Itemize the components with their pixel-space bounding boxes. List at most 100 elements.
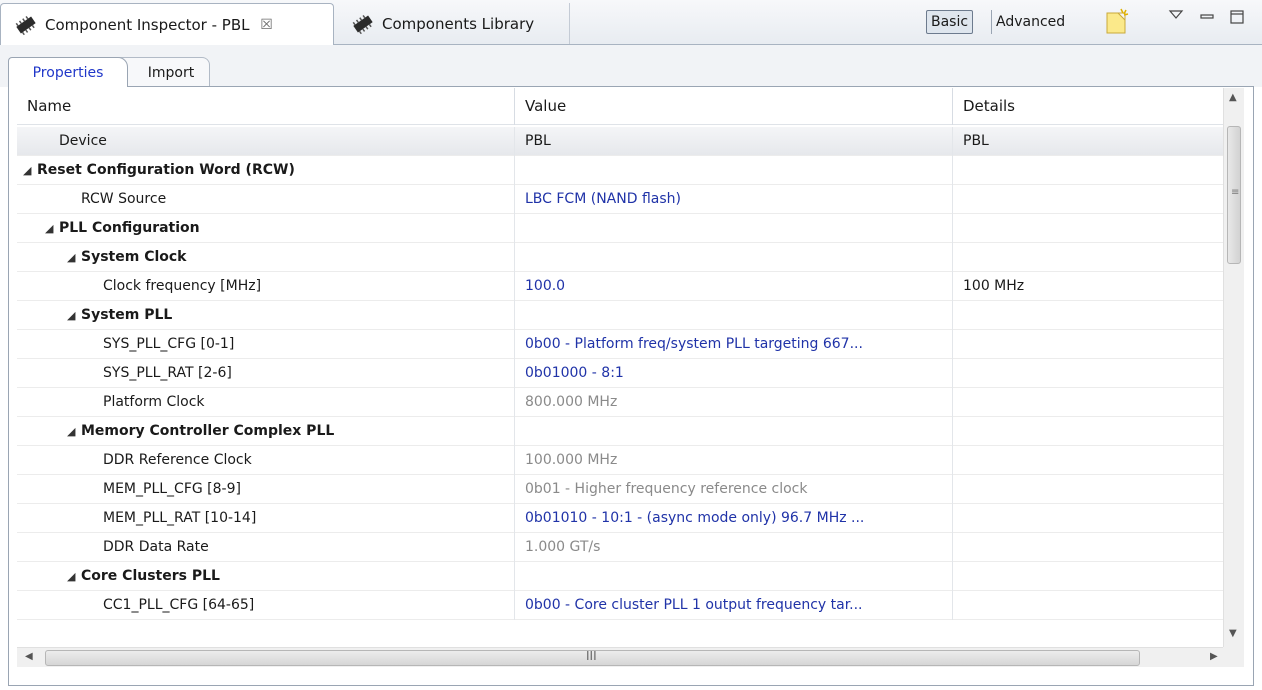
property-details-cell xyxy=(952,562,1229,591)
property-details-cell xyxy=(952,156,1229,185)
property-value-cell[interactable]: LBC FCM (NAND flash) xyxy=(514,185,952,214)
property-name: MEM_PLL_RAT [10-14] xyxy=(103,510,257,526)
table-row[interactable]: ◢ PLL Configuration xyxy=(17,214,1229,243)
vertical-scrollbar[interactable]: ▲ ≡ ▼ xyxy=(1223,88,1244,647)
property-tree: Device PBL PBL ◢ Reset Configuration Word (R… xyxy=(17,127,1229,646)
expand-icon[interactable]: ◢ xyxy=(67,301,81,330)
table-row[interactable]: DDR Reference Clock 100.000 MHz xyxy=(17,446,1229,475)
scroll-left-icon[interactable]: ◀ xyxy=(25,651,33,662)
table-row[interactable]: ◢ System Clock xyxy=(17,243,1229,272)
horizontal-scrollbar[interactable]: ◀ III ▶ xyxy=(17,647,1229,667)
property-value-cell[interactable]: PBL xyxy=(514,127,952,156)
grip-icon: ≡ xyxy=(1231,187,1240,198)
property-value-cell[interactable]: 0b01 - Higher frequency reference clock xyxy=(514,475,952,504)
property-value-cell[interactable]: 0b01010 - 10:1 - (async mode only) 96.7 … xyxy=(514,504,952,533)
property-details-cell xyxy=(952,504,1229,533)
property-details-cell: PBL xyxy=(952,127,1229,156)
property-name: System Clock xyxy=(81,249,187,265)
property-name-cell: MEM_PLL_RAT [10-14] xyxy=(17,504,514,533)
property-name: DDR Reference Clock xyxy=(103,452,252,468)
property-value-cell xyxy=(514,243,952,272)
table-row[interactable]: MEM_PLL_RAT [10-14] 0b01010 - 10:1 - (asy… xyxy=(17,504,1229,533)
property-name: Platform Clock xyxy=(103,394,205,410)
advanced-toggle-button[interactable]: Advanced xyxy=(991,10,1069,34)
basic-toggle-button[interactable]: Basic xyxy=(926,10,974,34)
table-row[interactable]: SYS_PLL_CFG [0-1] 0b00 - Platform freq/sy… xyxy=(17,330,1229,359)
property-name: CC1_PLL_CFG [64-65] xyxy=(103,597,255,613)
property-name-cell: Device xyxy=(17,127,514,156)
table-row[interactable]: Clock frequency [MHz] 100.0 100 MHz xyxy=(17,272,1229,301)
component-inspector-window: Component Inspector - PBL ☒ Components L… xyxy=(0,0,1262,690)
table-row[interactable]: DDR Data Rate 1.000 GT/s xyxy=(17,533,1229,562)
maximize-icon[interactable] xyxy=(1228,8,1246,30)
expand-icon[interactable]: ◢ xyxy=(67,417,81,446)
property-name-cell: Clock frequency [MHz] xyxy=(17,272,514,301)
property-details-cell xyxy=(952,475,1229,504)
property-name: Core Clusters PLL xyxy=(81,568,220,584)
view-menu-icon[interactable] xyxy=(1168,8,1184,26)
component-icon xyxy=(350,13,376,35)
component-icon xyxy=(13,14,39,36)
table-row[interactable]: ◢ Memory Controller Complex PLL xyxy=(17,417,1229,446)
property-details-cell xyxy=(952,185,1229,214)
property-name: MEM_PLL_CFG [8-9] xyxy=(103,481,241,497)
column-header-value[interactable]: Value xyxy=(514,88,952,125)
view-tab-bar: Component Inspector - PBL ☒ Components L… xyxy=(0,0,1262,46)
property-name-cell: ◢ Core Clusters PLL xyxy=(17,562,514,591)
property-name: SYS_PLL_RAT [2-6] xyxy=(103,365,232,381)
horizontal-scroll-thumb[interactable]: III xyxy=(45,649,1140,666)
property-name-cell: ◢ PLL Configuration xyxy=(17,214,514,243)
property-value-cell[interactable]: 1.000 GT/s xyxy=(514,533,952,562)
property-name-cell: SYS_PLL_RAT [2-6] xyxy=(17,359,514,388)
table-row[interactable]: ◢ System PLL xyxy=(17,301,1229,330)
property-name: DDR Data Rate xyxy=(103,539,209,555)
property-name-cell: ◢ System Clock xyxy=(17,243,514,272)
table-row[interactable]: Platform Clock 800.000 MHz xyxy=(17,388,1229,417)
property-name-cell: ◢ System PLL xyxy=(17,301,514,330)
new-note-icon[interactable] xyxy=(1104,8,1130,40)
property-name: Clock frequency [MHz] xyxy=(103,278,262,294)
property-name-cell: SYS_PLL_CFG [0-1] xyxy=(17,330,514,359)
tab-properties[interactable]: Properties xyxy=(8,57,128,87)
scroll-right-icon[interactable]: ▶ xyxy=(1210,651,1218,662)
expand-icon[interactable]: ◢ xyxy=(67,243,81,272)
tab-import[interactable]: Import xyxy=(118,57,210,87)
property-value-cell[interactable]: 100.0 xyxy=(514,272,952,301)
sub-tab-bar: Import Properties xyxy=(0,45,1262,87)
property-name-cell: DDR Reference Clock xyxy=(17,446,514,475)
table-row[interactable]: MEM_PLL_CFG [8-9] 0b01 - Higher frequency… xyxy=(17,475,1229,504)
table-row[interactable]: CC1_PLL_CFG [64-65] 0b00 - Core cluster P… xyxy=(17,591,1229,620)
property-value-cell[interactable]: 0b01000 - 8:1 xyxy=(514,359,952,388)
table-row[interactable]: SYS_PLL_RAT [2-6] 0b01000 - 8:1 xyxy=(17,359,1229,388)
table-row[interactable]: ◢ Reset Configuration Word (RCW) xyxy=(17,156,1229,185)
property-details-cell xyxy=(952,243,1229,272)
scroll-up-icon[interactable]: ▲ xyxy=(1229,92,1237,103)
column-header-name[interactable]: Name xyxy=(17,88,514,125)
table-row[interactable]: Device PBL PBL xyxy=(17,127,1229,156)
property-name-cell: CC1_PLL_CFG [64-65] xyxy=(17,591,514,620)
close-icon[interactable]: ☒ xyxy=(259,17,273,33)
tab-component-inspector[interactable]: Component Inspector - PBL ☒ xyxy=(0,3,334,46)
expand-icon[interactable]: ◢ xyxy=(23,156,37,185)
scroll-down-icon[interactable]: ▼ xyxy=(1229,628,1237,639)
vertical-scroll-thumb[interactable]: ≡ xyxy=(1227,126,1241,264)
property-name: PLL Configuration xyxy=(59,220,200,236)
property-value-cell xyxy=(514,417,952,446)
column-header-details[interactable]: Details xyxy=(952,88,1229,125)
property-value-cell[interactable]: 800.000 MHz xyxy=(514,388,952,417)
expand-icon[interactable]: ◢ xyxy=(45,214,59,243)
tab-label: Components Library xyxy=(382,14,535,33)
property-value-cell[interactable]: 0b00 - Platform freq/system PLL targetin… xyxy=(514,330,952,359)
table-row[interactable]: ◢ Core Clusters PLL xyxy=(17,562,1229,591)
property-value-cell[interactable]: 0b00 - Core cluster PLL 1 output frequen… xyxy=(514,591,952,620)
property-value-cell[interactable]: 100.000 MHz xyxy=(514,446,952,475)
table-row[interactable]: RCW Source LBC FCM (NAND flash) xyxy=(17,185,1229,214)
expand-icon[interactable]: ◢ xyxy=(67,562,81,591)
property-details-cell xyxy=(952,330,1229,359)
minimize-icon[interactable] xyxy=(1199,10,1215,28)
property-details-cell xyxy=(952,388,1229,417)
tab-components-library[interactable]: Components Library xyxy=(338,3,570,44)
property-name: RCW Source xyxy=(81,191,167,207)
scrollbar-corner xyxy=(1223,647,1244,667)
property-details-cell xyxy=(952,417,1229,446)
